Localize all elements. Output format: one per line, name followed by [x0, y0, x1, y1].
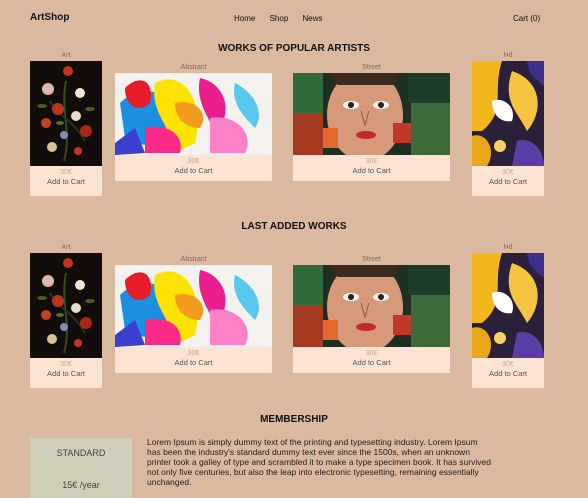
nav-link-shop[interactable]: Shop	[270, 14, 289, 23]
card-footer: 30€ Add to Cart	[293, 155, 450, 181]
card-footer: 30€ Add to Cart	[472, 358, 544, 388]
street-art-image	[293, 265, 450, 347]
hd-art-image	[472, 253, 544, 358]
product-card-abstract[interactable]: Abstract 30€ Add to Cart	[115, 255, 272, 373]
card-category: Abstract	[180, 256, 207, 263]
card-price: 30€	[365, 158, 378, 165]
hd-art-image	[472, 61, 544, 166]
add-to-cart-button[interactable]: Add to Cart	[293, 166, 450, 179]
card-category: Abstract	[180, 64, 207, 71]
nav-links: Home Shop News	[234, 14, 335, 23]
product-card-hd[interactable]: Hd 30€ Add to Cart	[472, 243, 544, 388]
flower-painting-image	[30, 253, 102, 358]
nav-link-home[interactable]: Home	[234, 14, 255, 23]
product-card-art[interactable]: Art 30€ Add to Cart	[30, 243, 102, 388]
card-category: Street	[362, 64, 381, 71]
add-to-cart-button[interactable]: Add to Cart	[115, 358, 272, 371]
card-price: 30€	[60, 361, 72, 368]
plan-name: STANDARD	[56, 448, 106, 458]
product-card-street[interactable]: Street 30€ Add to Cart	[293, 63, 450, 181]
product-card-hd[interactable]: Hd 30€ Add to Cart	[472, 51, 544, 196]
section-title-latest: LAST ADDED WORKS	[241, 221, 347, 232]
card-category: Hd	[503, 244, 513, 251]
product-card-abstract[interactable]: Abstract 30€ Add to Cart	[115, 63, 272, 181]
nav-link-news[interactable]: News	[303, 14, 323, 23]
membership-description: Lorem Ipsum is simply dummy text of the …	[147, 437, 491, 487]
card-footer: 30€ Add to Cart	[115, 155, 272, 181]
card-price: 30€	[502, 169, 514, 176]
card-price: 30€	[60, 169, 72, 176]
card-category: Hd	[503, 52, 513, 59]
section-title-membership: MEMBERSHIP	[260, 414, 328, 425]
street-art-image	[293, 73, 450, 155]
top-navbar: ArtShop Home Shop News Cart (0)	[0, 0, 588, 36]
card-footer: 30€ Add to Cart	[115, 347, 272, 373]
add-to-cart-button[interactable]: Add to Cart	[472, 177, 544, 190]
product-card-art[interactable]: Art 30€ Add to Cart	[30, 51, 102, 196]
add-to-cart-button[interactable]: Add to Cart	[30, 177, 102, 190]
product-card-street[interactable]: Street 30€ Add to Cart	[293, 255, 450, 373]
card-price: 30€	[187, 350, 200, 357]
brand-logo[interactable]: ArtShop	[30, 12, 69, 23]
card-footer: 30€ Add to Cart	[30, 166, 102, 196]
card-price: 30€	[187, 158, 200, 165]
add-to-cart-button[interactable]: Add to Cart	[472, 369, 544, 382]
membership-plan-card[interactable]: STANDARD 15€ /year	[30, 438, 132, 498]
card-category: Street	[362, 256, 381, 263]
add-to-cart-button[interactable]: Add to Cart	[293, 358, 450, 371]
card-category: Art	[61, 244, 71, 251]
cart-link[interactable]: Cart (0)	[513, 14, 540, 23]
card-price: 30€	[365, 350, 378, 357]
add-to-cart-button[interactable]: Add to Cart	[30, 369, 102, 382]
card-price: 30€	[502, 361, 514, 368]
card-footer: 30€ Add to Cart	[472, 166, 544, 196]
add-to-cart-button[interactable]: Add to Cart	[115, 166, 272, 179]
flower-painting-image	[30, 61, 102, 166]
card-footer: 30€ Add to Cart	[293, 347, 450, 373]
abstract-painting-image	[115, 73, 272, 155]
abstract-painting-image	[115, 265, 272, 347]
plan-price: 15€ /year	[62, 480, 100, 490]
card-category: Art	[61, 52, 71, 59]
card-footer: 30€ Add to Cart	[30, 358, 102, 388]
